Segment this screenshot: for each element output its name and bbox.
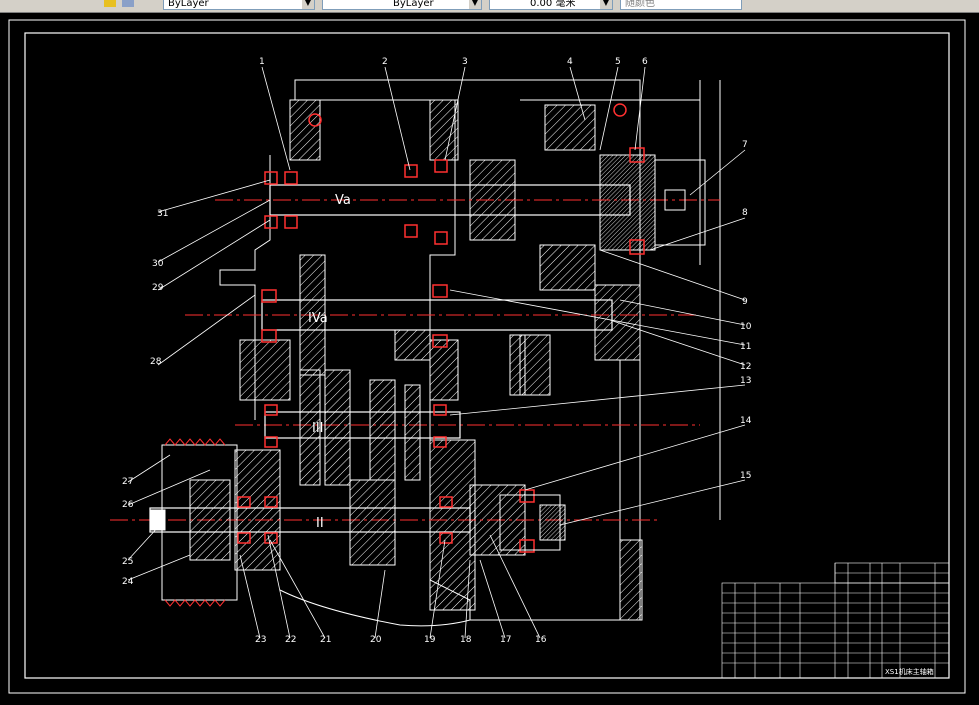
callout-15: 15 bbox=[740, 471, 751, 481]
callout-5: 5 bbox=[615, 57, 621, 67]
color-combo-value: ByLayer bbox=[168, 0, 209, 9]
callout-14: 14 bbox=[740, 416, 752, 426]
layer-previous-icon[interactable] bbox=[122, 0, 134, 7]
callout-13: 13 bbox=[740, 376, 751, 386]
callout-12: 12 bbox=[740, 362, 751, 372]
callout-2: 2 bbox=[382, 57, 388, 67]
callout-8: 8 bbox=[742, 208, 748, 218]
shaft-label-iva: IVa bbox=[308, 311, 328, 326]
callout-17: 17 bbox=[500, 635, 511, 645]
callout-25: 25 bbox=[122, 557, 133, 567]
title-block bbox=[721, 562, 950, 679]
callout-21: 21 bbox=[320, 635, 331, 645]
callout-22: 22 bbox=[285, 635, 296, 645]
callout-27: 27 bbox=[122, 477, 133, 487]
callout-10: 10 bbox=[740, 322, 752, 332]
shaft-label-ii: II bbox=[316, 516, 324, 531]
chevron-down-icon[interactable]: ▼ bbox=[469, 0, 481, 9]
callout-7: 7 bbox=[742, 140, 748, 150]
callout-20: 20 bbox=[370, 635, 382, 645]
shaft-label-iii: III bbox=[312, 421, 324, 436]
callout-16: 16 bbox=[535, 635, 547, 645]
callout-11: 11 bbox=[740, 342, 751, 352]
callout-18: 18 bbox=[460, 635, 472, 645]
drawing-canvas[interactable]: Va IVa III II 1 2 3 4 5 6 7 8 9 10 11 12… bbox=[0, 13, 979, 701]
properties-toolbar: ByLayer ▼ ByLayer ▼ 0.00 毫米 ▼ 随颜色 bbox=[0, 0, 979, 13]
callout-23: 23 bbox=[255, 635, 266, 645]
chevron-down-icon[interactable]: ▼ bbox=[600, 0, 612, 9]
color-combo[interactable]: ByLayer ▼ bbox=[163, 0, 315, 10]
title-block-name: XS1机床主轴箱 bbox=[885, 667, 934, 676]
chevron-down-icon[interactable]: ▼ bbox=[302, 0, 314, 9]
lineweight-combo[interactable]: 0.00 毫米 ▼ bbox=[489, 0, 613, 10]
callout-4: 4 bbox=[567, 57, 573, 67]
callout-1: 1 bbox=[259, 57, 265, 67]
plotstyle-combo[interactable]: 随颜色 bbox=[620, 0, 742, 10]
callout-3: 3 bbox=[462, 57, 468, 67]
callout-30: 30 bbox=[152, 259, 164, 269]
callout-19: 19 bbox=[424, 635, 436, 645]
pulley bbox=[149, 438, 238, 607]
linetype-combo[interactable]: ByLayer ▼ bbox=[322, 0, 482, 10]
callout-31: 31 bbox=[157, 209, 168, 219]
layer-state-icon[interactable] bbox=[104, 0, 116, 7]
callout-24: 24 bbox=[122, 577, 134, 587]
callout-6: 6 bbox=[642, 57, 648, 67]
shaft-label-va: Va bbox=[335, 193, 351, 208]
gearbox-drawing: Va IVa III II 1 2 3 4 5 6 7 8 9 10 11 12… bbox=[8, 19, 966, 694]
callout-28: 28 bbox=[150, 357, 162, 367]
callout-29: 29 bbox=[152, 283, 164, 293]
callout-9: 9 bbox=[742, 297, 748, 307]
callout-26: 26 bbox=[122, 500, 134, 510]
lineweight-combo-value: 0.00 毫米 bbox=[530, 0, 576, 9]
plotstyle-combo-value: 随颜色 bbox=[625, 0, 655, 9]
linetype-combo-value: ByLayer bbox=[393, 0, 434, 9]
